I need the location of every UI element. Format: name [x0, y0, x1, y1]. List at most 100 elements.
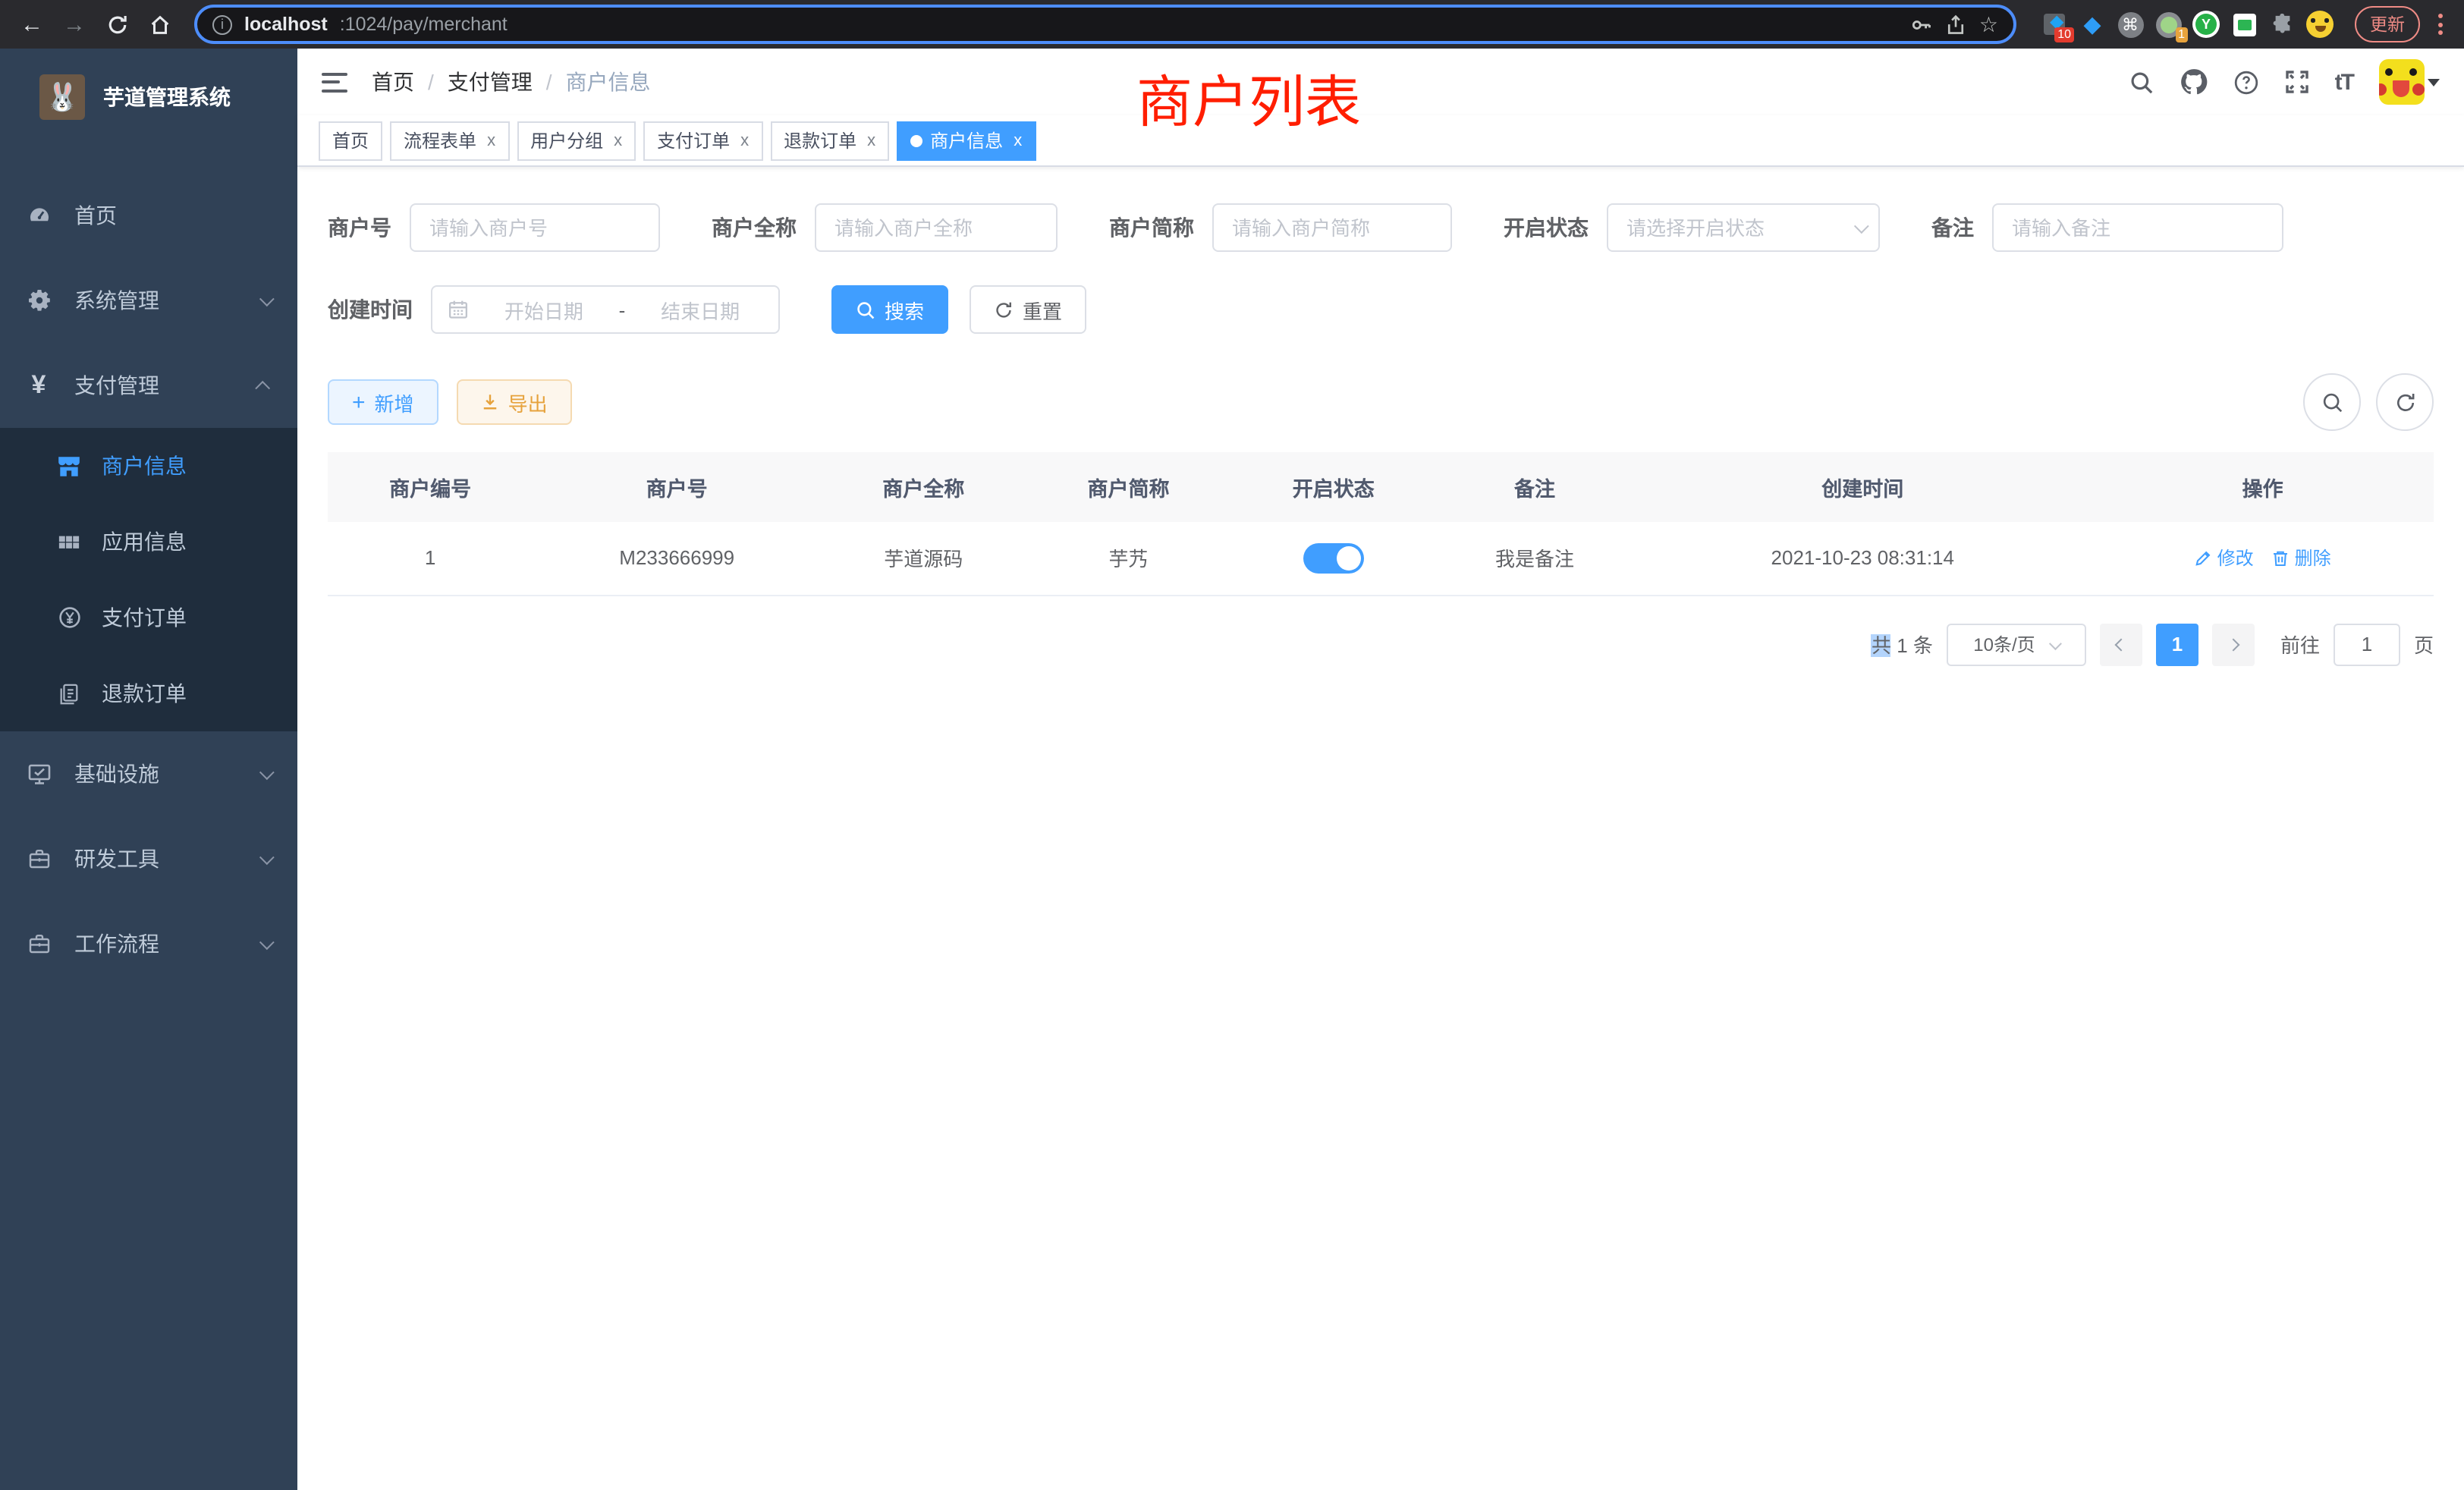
search-button[interactable]: 搜索 — [831, 285, 948, 334]
screen: ← → i localhost :1024/pay/merchant ☆ — [0, 0, 2464, 1490]
extension-y-icon[interactable]: Y — [2192, 11, 2220, 38]
search-icon[interactable] — [2129, 69, 2154, 95]
sidebar-item-label: 工作流程 — [74, 929, 159, 959]
goto-label: 前往 — [2280, 630, 2320, 659]
sidebar-item-infra[interactable]: 基础设施 — [0, 731, 297, 816]
cell-full-name: 芋道源码 — [821, 522, 1026, 595]
reset-button[interactable]: 重置 — [970, 285, 1086, 334]
back-icon[interactable]: ← — [15, 8, 49, 41]
close-icon[interactable]: x — [740, 131, 749, 149]
sidebar-item-merchant-info[interactable]: 商户信息 — [0, 428, 297, 504]
status-toggle[interactable] — [1303, 543, 1364, 574]
goto-page-input[interactable] — [2334, 623, 2400, 665]
extension-cmd-icon[interactable]: ⌘ — [2117, 11, 2144, 38]
cell-short-name: 芋艿 — [1026, 522, 1230, 595]
tab-user-group[interactable]: 用户分组 x — [517, 121, 636, 160]
extension-camera-icon[interactable]: 1 — [2154, 11, 2182, 38]
breadcrumb-home[interactable]: 首页 — [372, 67, 414, 97]
breadcrumb-current: 商户信息 — [566, 67, 651, 97]
sidebar-item-label: 支付订单 — [102, 602, 187, 633]
url-bar[interactable]: i localhost :1024/pay/merchant ☆ — [194, 5, 2016, 44]
forward-icon[interactable]: → — [58, 8, 91, 41]
pagination: 共 1 条 10条/页 1 前往 页 — [328, 623, 2434, 665]
document-icon — [56, 682, 82, 705]
tabs-bar: 首页 流程表单 x 用户分组 x 支付订单 x 退款订单 x — [297, 115, 2464, 167]
edit-link[interactable]: 修改 — [2195, 545, 2254, 571]
chevron-down-icon — [259, 934, 275, 949]
profile-avatar-icon[interactable] — [2306, 11, 2334, 38]
page-1-button[interactable]: 1 — [2156, 623, 2198, 665]
close-icon[interactable]: x — [867, 131, 875, 149]
help-icon[interactable] — [2233, 69, 2259, 95]
reload-icon[interactable] — [100, 8, 134, 41]
col-short-name: 商户简称 — [1026, 452, 1230, 522]
tab-refund-order[interactable]: 退款订单 x — [770, 121, 889, 160]
prev-page-button[interactable] — [2100, 623, 2142, 665]
cell-merchant-id: 1 — [328, 522, 533, 595]
bookmark-star-icon[interactable]: ☆ — [1979, 11, 1998, 37]
extensions-puzzle-icon[interactable] — [2268, 11, 2296, 38]
extension-gem-icon[interactable]: ◆ — [2079, 11, 2106, 38]
monitor-icon — [26, 762, 52, 786]
top-navbar: 首页 / 支付管理 / 商户信息 — [297, 49, 2464, 115]
next-page-button[interactable] — [2212, 623, 2255, 665]
sidebar-item-workflow[interactable]: 工作流程 — [0, 901, 297, 986]
sidebar-item-label: 研发工具 — [74, 844, 159, 874]
start-date-placeholder: 开始日期 — [481, 295, 607, 324]
chevron-down-icon — [2050, 637, 2063, 649]
date-range-picker[interactable]: 开始日期 - 结束日期 — [431, 285, 780, 334]
create-time-label: 创建时间 — [328, 294, 413, 325]
delete-link[interactable]: 删除 — [2272, 545, 2331, 571]
extensions-row: ◆ 10 ◆ ⌘ 1 Y — [2035, 11, 2340, 38]
github-icon[interactable] — [2180, 68, 2208, 96]
col-full-name: 商户全称 — [821, 452, 1026, 522]
status-select[interactable] — [1607, 203, 1880, 252]
page-size-select[interactable]: 10条/页 — [1947, 623, 2086, 665]
sidebar-item-pay[interactable]: ¥ 支付管理 — [0, 343, 297, 428]
extension-chat-icon[interactable] — [2230, 11, 2258, 38]
app-title: 芋道管理系统 — [103, 82, 231, 112]
export-button[interactable]: 导出 — [457, 379, 572, 425]
breadcrumb-pay[interactable]: 支付管理 — [448, 67, 533, 97]
browser-update-button[interactable]: 更新 — [2355, 6, 2420, 42]
home-icon[interactable] — [143, 8, 176, 41]
sidebar-item-pay-order[interactable]: 支付订单 — [0, 580, 297, 655]
status-label: 开启状态 — [1504, 212, 1589, 243]
close-icon[interactable]: x — [487, 131, 495, 149]
close-icon[interactable]: x — [614, 131, 622, 149]
sidebar-item-devtools[interactable]: 研发工具 — [0, 816, 297, 901]
hamburger-icon[interactable] — [322, 72, 347, 92]
tab-pay-order[interactable]: 支付订单 x — [643, 121, 762, 160]
sidebar-item-label: 系统管理 — [74, 285, 159, 316]
remark-input[interactable] — [1992, 203, 2283, 252]
grid-icon — [56, 530, 82, 553]
user-avatar[interactable] — [2379, 59, 2440, 105]
tab-process-form[interactable]: 流程表单 x — [390, 121, 509, 160]
avatar-image — [2379, 59, 2425, 105]
font-size-icon[interactable]: tT — [2335, 69, 2353, 95]
add-button[interactable]: + 新增 — [328, 379, 438, 425]
fullscreen-icon[interactable] — [2285, 70, 2309, 94]
sidebar-item-refund-order[interactable]: 退款订单 — [0, 655, 297, 731]
table-row: 1 M233666999 芋道源码 芋艿 我是备注 2021-10-23 08:… — [328, 522, 2434, 595]
refresh-button[interactable] — [2376, 373, 2434, 431]
sidebar-item-system[interactable]: 系统管理 — [0, 258, 297, 343]
store-icon — [56, 453, 82, 479]
tab-home[interactable]: 首页 — [319, 121, 382, 160]
app-logo-row[interactable]: 🐰 芋道管理系统 — [0, 49, 297, 146]
site-info-icon[interactable]: i — [212, 14, 232, 34]
toggle-search-button[interactable] — [2303, 373, 2361, 431]
share-icon[interactable] — [1946, 13, 1967, 36]
tab-merchant-info[interactable]: 商户信息 x — [897, 121, 1036, 160]
pay-submenu: 商户信息 应用信息 支付订单 — [0, 428, 297, 731]
full-name-input[interactable] — [815, 203, 1058, 252]
password-key-icon[interactable] — [1911, 13, 1934, 36]
extension-icon-badge[interactable]: ◆ 10 — [2041, 11, 2068, 38]
extension-badge: 10 — [2054, 27, 2074, 42]
sidebar-item-app-info[interactable]: 应用信息 — [0, 504, 297, 580]
close-icon[interactable]: x — [1014, 131, 1022, 149]
short-name-input[interactable] — [1212, 203, 1452, 252]
sidebar-item-home[interactable]: 首页 — [0, 173, 297, 258]
browser-menu-icon[interactable] — [2435, 14, 2449, 35]
merchant-no-input[interactable] — [410, 203, 660, 252]
